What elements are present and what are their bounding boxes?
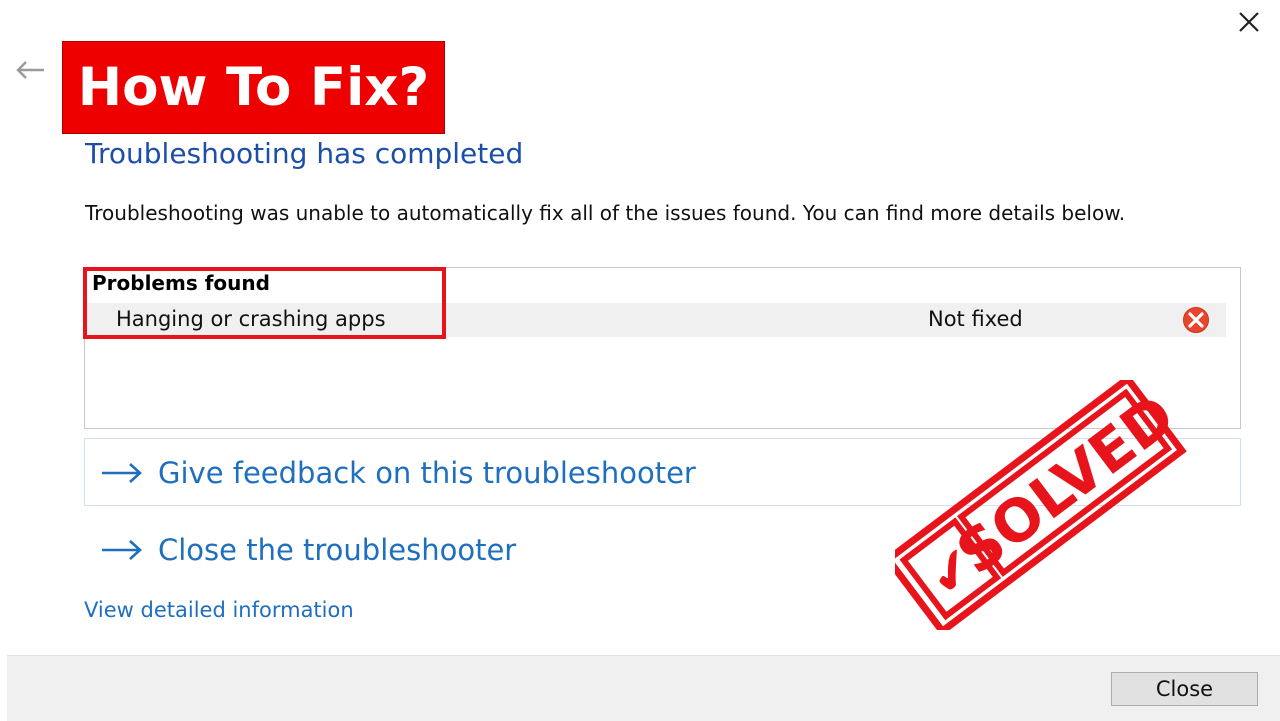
right-arrow-icon [102, 540, 142, 560]
right-arrow-icon [102, 463, 142, 483]
page-title: Troubleshooting has completed [85, 137, 524, 170]
window-close-icon[interactable] [1232, 6, 1268, 38]
description-text: Troubleshooting was unable to automatica… [85, 201, 1126, 225]
problem-highlight-box [83, 267, 446, 339]
back-arrow-icon[interactable] [12, 56, 48, 84]
close-troubleshooter-link[interactable]: Close the troubleshooter [100, 533, 516, 567]
feedback-link[interactable]: Give feedback on this troubleshooter [100, 456, 696, 490]
feedback-link-label: Give feedback on this troubleshooter [158, 456, 696, 490]
close-button[interactable]: Close [1111, 672, 1258, 706]
solved-stamp: ✔ SOLVED [883, 373, 1195, 637]
dialog-footer [7, 655, 1280, 721]
banner-text: How To Fix? [77, 57, 430, 118]
how-to-fix-banner: How To Fix? [62, 41, 445, 134]
problem-status: Not fixed [928, 307, 1023, 331]
close-troubleshooter-label: Close the troubleshooter [158, 533, 517, 567]
error-x-icon [1178, 306, 1214, 334]
stamp-text: SOLVED [944, 381, 1187, 587]
view-details-link[interactable]: View detailed information [84, 598, 354, 622]
